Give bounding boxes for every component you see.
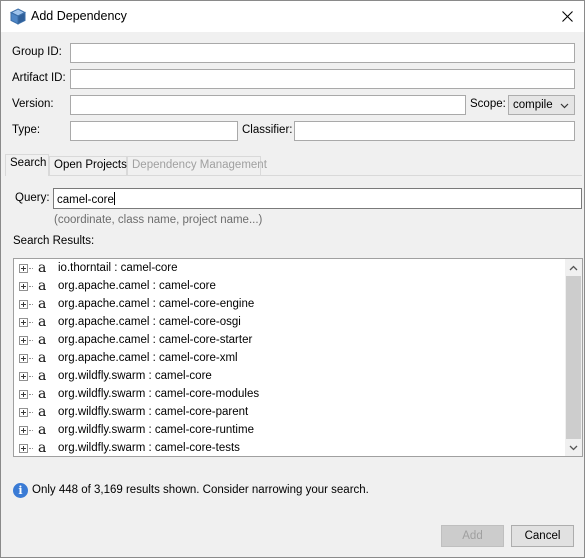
artifact-icon: a (38, 386, 47, 402)
expand-plus-icon[interactable] (19, 444, 28, 453)
artifact-icon: a (38, 368, 47, 384)
classifier-field[interactable] (294, 121, 575, 141)
result-row[interactable]: a org.apache.camel : camel-core-xml (14, 350, 564, 368)
version-label: Version: (12, 98, 54, 110)
artifact-icon: a (38, 422, 47, 438)
tree-connector (29, 430, 33, 431)
title-bar: Add Dependency (1, 1, 584, 32)
artifact-icon: a (38, 314, 47, 330)
scroll-down-button[interactable] (565, 439, 582, 456)
result-row-label: org.apache.camel : camel-core-starter (58, 334, 253, 346)
version-field[interactable] (70, 95, 466, 115)
expand-plus-icon[interactable] (19, 336, 28, 345)
type-label: Type: (12, 124, 41, 136)
tree-connector (29, 358, 33, 359)
artifact-icon: a (38, 296, 47, 312)
result-row[interactable]: a io.thorntail : camel-core (14, 260, 564, 278)
scope-select[interactable]: compile (508, 95, 575, 115)
result-row[interactable]: a org.apache.camel : camel-core-osgi (14, 314, 564, 332)
tab-search[interactable]: Search (5, 154, 49, 176)
chevron-up-icon (569, 265, 578, 270)
result-row[interactable]: a org.wildfly.swarm : camel-core-modules (14, 386, 564, 404)
group-id-field[interactable] (70, 43, 575, 63)
add-dependency-dialog: Add Dependency Group ID: Artifact ID: Ve… (0, 0, 585, 558)
result-row[interactable]: a org.apache.camel : camel-core-starter (14, 332, 564, 350)
tab-dependency-management: Dependency Management (127, 156, 267, 175)
query-hint: (coordinate, class name, project name...… (54, 214, 263, 226)
expand-plus-icon[interactable] (19, 390, 28, 399)
text-caret (113, 192, 115, 205)
add-button[interactable]: Add (441, 525, 504, 547)
expand-plus-icon[interactable] (19, 408, 28, 417)
result-row[interactable]: a org.wildfly.swarm : camel-core (14, 368, 564, 386)
result-row[interactable]: a org.wildfly.swarm : camel-core-parent (14, 404, 564, 422)
expand-plus-icon[interactable] (19, 282, 28, 291)
query-value: camel-core (57, 194, 114, 206)
query-label: Query: (15, 192, 50, 204)
tree-connector (29, 304, 33, 305)
result-row[interactable]: a org.apache.camel : camel-core-engine (14, 296, 564, 314)
result-row[interactable]: a org.wildfly.swarm : camel-core-tests (14, 440, 564, 456)
info-message: Only 448 of 3,169 results shown. Conside… (32, 484, 369, 496)
search-results-label: Search Results: (13, 235, 95, 247)
scope-value: compile (513, 99, 553, 111)
artifact-id-label: Artifact ID: (12, 72, 66, 84)
result-row[interactable]: a org.wildfly.swarm : camel-core-runtime (14, 422, 564, 440)
result-row-label: org.wildfly.swarm : camel-core-parent (58, 406, 249, 418)
tree-connector (29, 412, 33, 413)
expand-plus-icon[interactable] (19, 372, 28, 381)
tree-connector (29, 322, 33, 323)
tab-open-projects[interactable]: Open Projects (49, 156, 127, 175)
app-cube-icon (9, 8, 27, 25)
expand-plus-icon[interactable] (19, 300, 28, 309)
classifier-label: Classifier: (242, 124, 293, 136)
chevron-down-icon (569, 445, 578, 450)
expand-plus-icon[interactable] (19, 354, 28, 363)
result-row-label: org.wildfly.swarm : camel-core-tests (58, 442, 240, 454)
result-row-label: org.wildfly.swarm : camel-core-modules (58, 388, 260, 400)
expand-plus-icon[interactable] (19, 264, 28, 273)
scope-label: Scope: (470, 98, 506, 110)
chevron-down-icon (560, 103, 569, 109)
result-row-label: io.thorntail : camel-core (58, 262, 178, 274)
result-row-label: org.apache.camel : camel-core-xml (58, 352, 238, 364)
tree-connector (29, 340, 33, 341)
artifact-icon: a (38, 440, 47, 456)
artifact-icon: a (38, 404, 47, 420)
tree-connector (29, 268, 33, 269)
artifact-id-field[interactable] (70, 69, 575, 89)
tree-connector (29, 286, 33, 287)
artifact-icon: a (38, 278, 47, 294)
result-row-label: org.apache.camel : camel-core-osgi (58, 316, 241, 328)
result-row-label: org.apache.camel : camel-core (58, 280, 216, 292)
scroll-thumb[interactable] (566, 276, 581, 439)
result-row-label: org.wildfly.swarm : camel-core (58, 370, 212, 382)
tab-divider (5, 175, 582, 176)
scroll-up-button[interactable] (565, 259, 582, 276)
close-button[interactable] (550, 1, 584, 32)
query-input[interactable]: camel-core (53, 188, 582, 209)
info-icon: i (13, 483, 28, 498)
tree-connector (29, 448, 33, 449)
expand-plus-icon[interactable] (19, 318, 28, 327)
result-row-label: org.wildfly.swarm : camel-core-runtime (58, 424, 254, 436)
search-results-tree[interactable]: a io.thorntail : camel-core a org.apache.ca… (13, 258, 583, 457)
artifact-icon: a (38, 332, 47, 348)
artifact-icon: a (38, 350, 47, 366)
tree-connector (29, 394, 33, 395)
result-row-label: org.apache.camel : camel-core-engine (58, 298, 255, 310)
dialog-title: Add Dependency (31, 9, 127, 23)
type-field[interactable] (70, 121, 238, 141)
close-icon (561, 11, 573, 22)
cancel-button[interactable]: Cancel (511, 525, 574, 547)
tree-connector (29, 376, 33, 377)
result-row[interactable]: a org.apache.camel : camel-core (14, 278, 564, 296)
vertical-scrollbar[interactable] (565, 259, 582, 456)
expand-plus-icon[interactable] (19, 426, 28, 435)
group-id-label: Group ID: (12, 46, 62, 58)
artifact-icon: a (38, 260, 47, 276)
